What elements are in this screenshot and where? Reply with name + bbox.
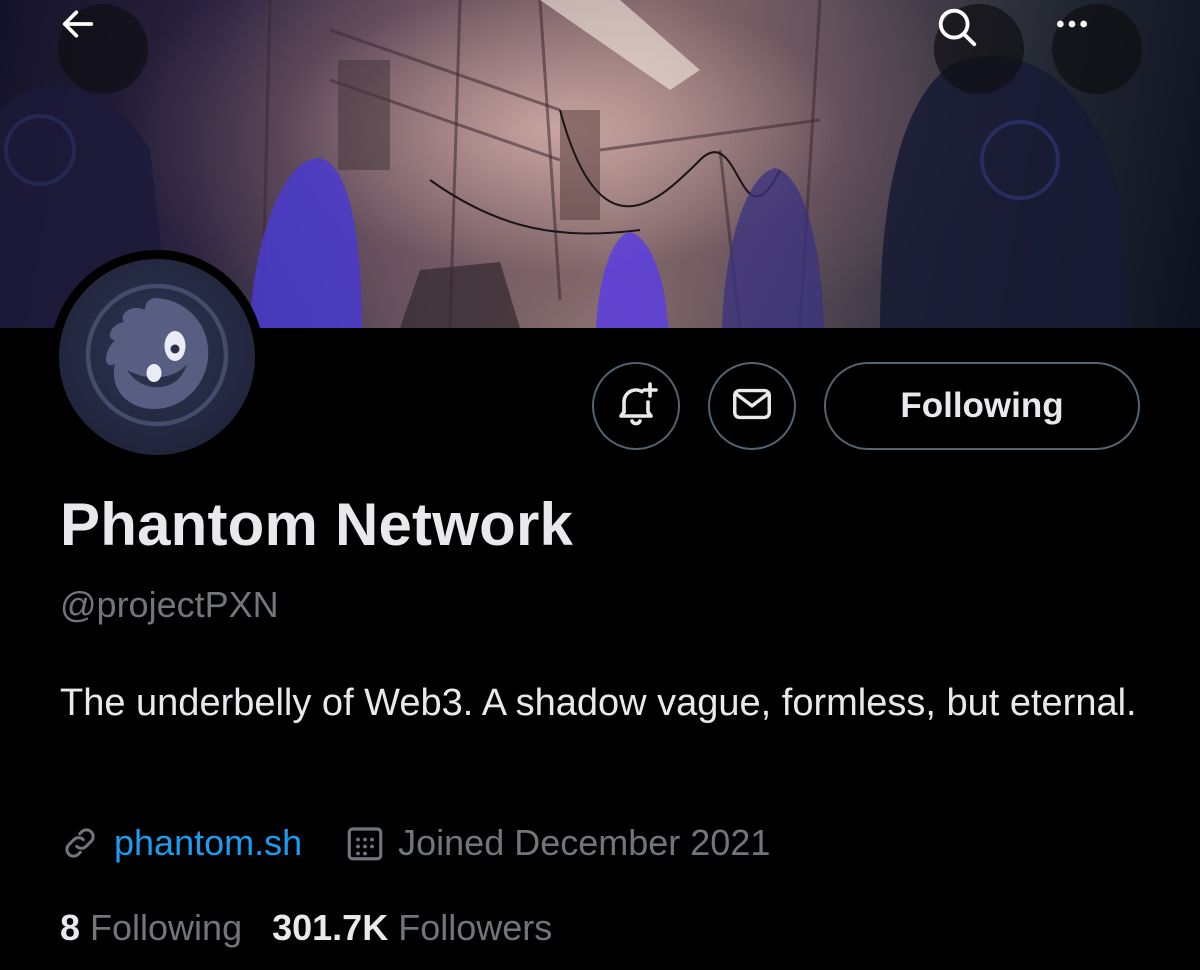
website-link[interactable]: phantom.sh [114, 822, 302, 864]
profile-handle: @projectPXN [60, 584, 279, 625]
following-label: Following [90, 907, 243, 948]
joined-label: Joined December 2021 [398, 822, 771, 863]
joined-date: Joined December 2021 [344, 822, 770, 864]
following-count: 8 [60, 907, 81, 948]
profile-meta: phantom.sh Joined December 2021 [60, 816, 770, 870]
link-icon [60, 823, 100, 863]
search-button[interactable] [934, 4, 1024, 94]
followers-stat[interactable]: 301.7K Followers [272, 907, 552, 949]
back-button[interactable] [58, 4, 148, 94]
avatar-image [59, 259, 255, 455]
calendar-icon [344, 822, 386, 864]
followers-count: 301.7K [272, 907, 389, 948]
phantom-logo-icon [82, 280, 232, 435]
profile-stats: 8 Following 301.7K Followers [60, 900, 552, 956]
bell-plus-icon [612, 380, 660, 433]
profile-name: Phantom Network [60, 491, 574, 558]
more-options-button[interactable] [1052, 4, 1142, 94]
mail-icon [729, 381, 775, 432]
following-button[interactable]: Following [824, 362, 1140, 450]
followers-label: Followers [398, 907, 553, 948]
profile-avatar[interactable] [50, 250, 264, 464]
message-button[interactable] [708, 362, 796, 450]
following-stat[interactable]: 8 Following [60, 907, 242, 949]
notifications-button[interactable] [592, 362, 680, 450]
profile-bio: The underbelly of Web3. A shadow vague, … [60, 682, 1137, 724]
